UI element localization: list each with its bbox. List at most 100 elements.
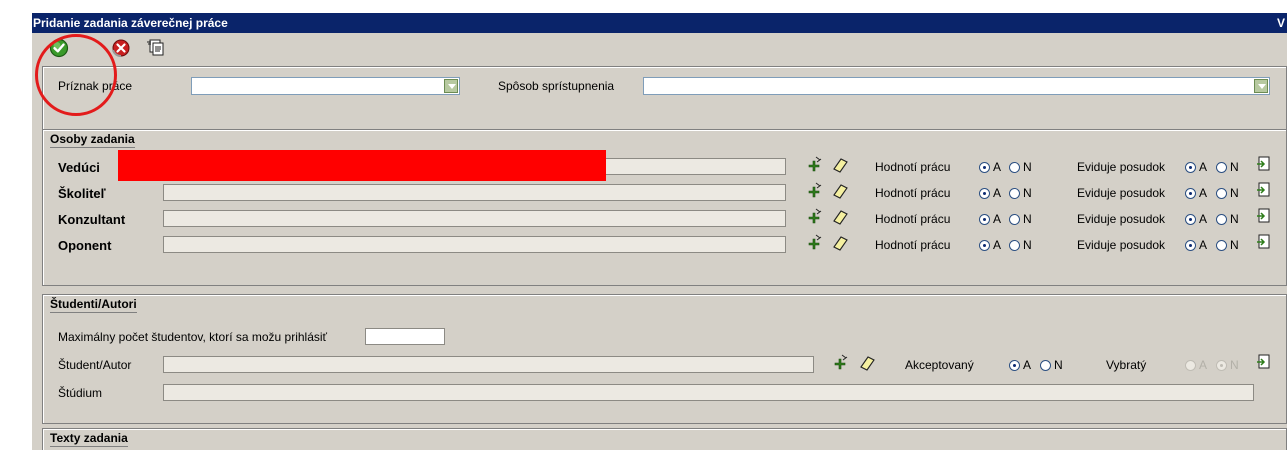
eviduje-label: Eviduje posudok (1077, 238, 1166, 252)
radio-label-a: A (1199, 160, 1208, 174)
vybraty-label: Vybratý (1106, 358, 1147, 372)
person-field-oponent[interactable] (163, 236, 786, 253)
eviduje-radio-a[interactable] (1185, 188, 1196, 199)
title-right-text: V (1276, 16, 1285, 30)
add-person-icon[interactable] (805, 155, 823, 173)
sposob-dropdown[interactable] (643, 77, 1270, 95)
document-lookup-icon[interactable] (1256, 182, 1272, 198)
hodnoti-radio-a[interactable] (979, 162, 990, 173)
person-label-oponent: Oponent (58, 238, 112, 253)
eraser-icon[interactable] (858, 355, 876, 371)
eraser-icon[interactable] (831, 209, 849, 225)
document-lookup-icon[interactable] (1256, 156, 1272, 172)
hodnoti-radio-n[interactable] (1009, 162, 1020, 173)
person-label-veduci: Vedúci (58, 160, 100, 175)
eraser-icon[interactable] (831, 235, 849, 251)
radio-label-a: A (1023, 358, 1032, 372)
radio-label-a: A (993, 212, 1002, 226)
studium-label: Štúdium (58, 386, 103, 400)
radio-label-n: N (1230, 212, 1239, 226)
hodnoti-label: Hodnotí prácu (875, 186, 951, 200)
person-field-konzultant[interactable] (163, 210, 786, 227)
eviduje-radio-n[interactable] (1216, 214, 1227, 225)
eraser-icon[interactable] (831, 157, 849, 173)
copy-documents-icon (147, 39, 164, 56)
eviduje-radio-n[interactable] (1216, 162, 1227, 173)
title-bar: Pridanie zadania záverečnej práce V (32, 13, 1287, 33)
vybraty-radio-a (1185, 360, 1196, 371)
radio-label-n: N (1230, 238, 1239, 252)
texty-panel: Texty zadania (42, 428, 1287, 450)
add-person-icon[interactable] (831, 353, 849, 371)
eviduje-radio-n[interactable] (1216, 188, 1227, 199)
radio-label-a: A (1199, 238, 1208, 252)
dialog-window: Pridanie zadania záverečnej práce V Príz… (32, 13, 1287, 450)
priznak-dropdown[interactable] (191, 77, 460, 95)
document-lookup-icon[interactable] (1256, 208, 1272, 224)
radio-label-n: N (1023, 186, 1032, 200)
radio-label-a: A (993, 160, 1002, 174)
radio-label-n: N (1023, 160, 1032, 174)
hodnoti-radio-n[interactable] (1009, 188, 1020, 199)
eviduje-radio-n[interactable] (1216, 240, 1227, 251)
window-title: Pridanie zadania záverečnej práce (33, 16, 228, 30)
red-x-icon (112, 39, 130, 57)
cancel-button[interactable] (111, 38, 133, 60)
hodnoti-label: Hodnotí prácu (875, 238, 951, 252)
student-field[interactable] (163, 356, 814, 373)
radio-label-n: N (1023, 238, 1032, 252)
eviduje-label: Eviduje posudok (1077, 212, 1166, 226)
osoby-section-title: Osoby zadania (50, 132, 135, 148)
radio-label-n: N (1230, 186, 1239, 200)
radio-label-a: A (1199, 358, 1208, 372)
add-person-icon[interactable] (805, 181, 823, 199)
person-label-skolitel: Školiteľ (58, 186, 106, 201)
radio-label-n: N (1230, 358, 1239, 372)
radio-label-a: A (1199, 212, 1208, 226)
studenti-section-title: Študenti/Autori (50, 297, 137, 313)
eviduje-label: Eviduje posudok (1077, 160, 1166, 174)
radio-label-n: N (1230, 160, 1239, 174)
annotation-circle (35, 34, 117, 116)
toolbar (32, 35, 1287, 65)
hodnoti-radio-a[interactable] (979, 188, 990, 199)
akceptovany-label: Akceptovaný (905, 358, 974, 372)
redaction-bar (118, 150, 606, 181)
hodnoti-label: Hodnotí prácu (875, 212, 951, 226)
hodnoti-radio-a[interactable] (979, 240, 990, 251)
sposob-label: Spôsob sprístupnenia (498, 79, 615, 93)
hodnoti-radio-a[interactable] (979, 214, 990, 225)
eviduje-radio-a[interactable] (1185, 162, 1196, 173)
radio-label-n: N (1054, 358, 1063, 372)
eraser-icon[interactable] (831, 183, 849, 199)
student-label: Študent/Autor (58, 358, 132, 372)
hodnoti-label: Hodnotí prácu (875, 160, 951, 174)
chevron-down-icon[interactable] (1254, 79, 1268, 93)
eviduje-radio-a[interactable] (1185, 240, 1196, 251)
texty-section-title: Texty zadania (50, 431, 128, 447)
vybraty-radio-n (1216, 360, 1227, 371)
chevron-down-icon[interactable] (444, 79, 458, 93)
akceptovany-radio-n[interactable] (1040, 360, 1051, 371)
add-person-icon[interactable] (805, 207, 823, 225)
eviduje-label: Eviduje posudok (1077, 186, 1166, 200)
add-person-icon[interactable] (805, 233, 823, 251)
hodnoti-radio-n[interactable] (1009, 214, 1020, 225)
header-panel: Príznak práce Spôsob sprístupnenia (42, 66, 1287, 131)
hodnoti-radio-n[interactable] (1009, 240, 1020, 251)
radio-label-a: A (993, 186, 1002, 200)
studium-field[interactable] (163, 384, 1254, 401)
studenti-panel: Študenti/Autori Maximálny počet študento… (42, 294, 1287, 424)
radio-label-n: N (1023, 212, 1032, 226)
document-lookup-icon[interactable] (1256, 354, 1272, 370)
radio-label-a: A (1199, 186, 1208, 200)
akceptovany-radio-a[interactable] (1009, 360, 1020, 371)
person-label-konzultant: Konzultant (58, 212, 126, 227)
max-students-label: Maximálny počet študentov, ktorí sa možu… (58, 330, 328, 344)
max-students-input[interactable] (365, 328, 445, 345)
document-lookup-icon[interactable] (1256, 234, 1272, 250)
copy-button[interactable] (146, 38, 168, 60)
eviduje-radio-a[interactable] (1185, 214, 1196, 225)
radio-label-a: A (993, 238, 1002, 252)
person-field-skolitel[interactable] (163, 184, 786, 201)
